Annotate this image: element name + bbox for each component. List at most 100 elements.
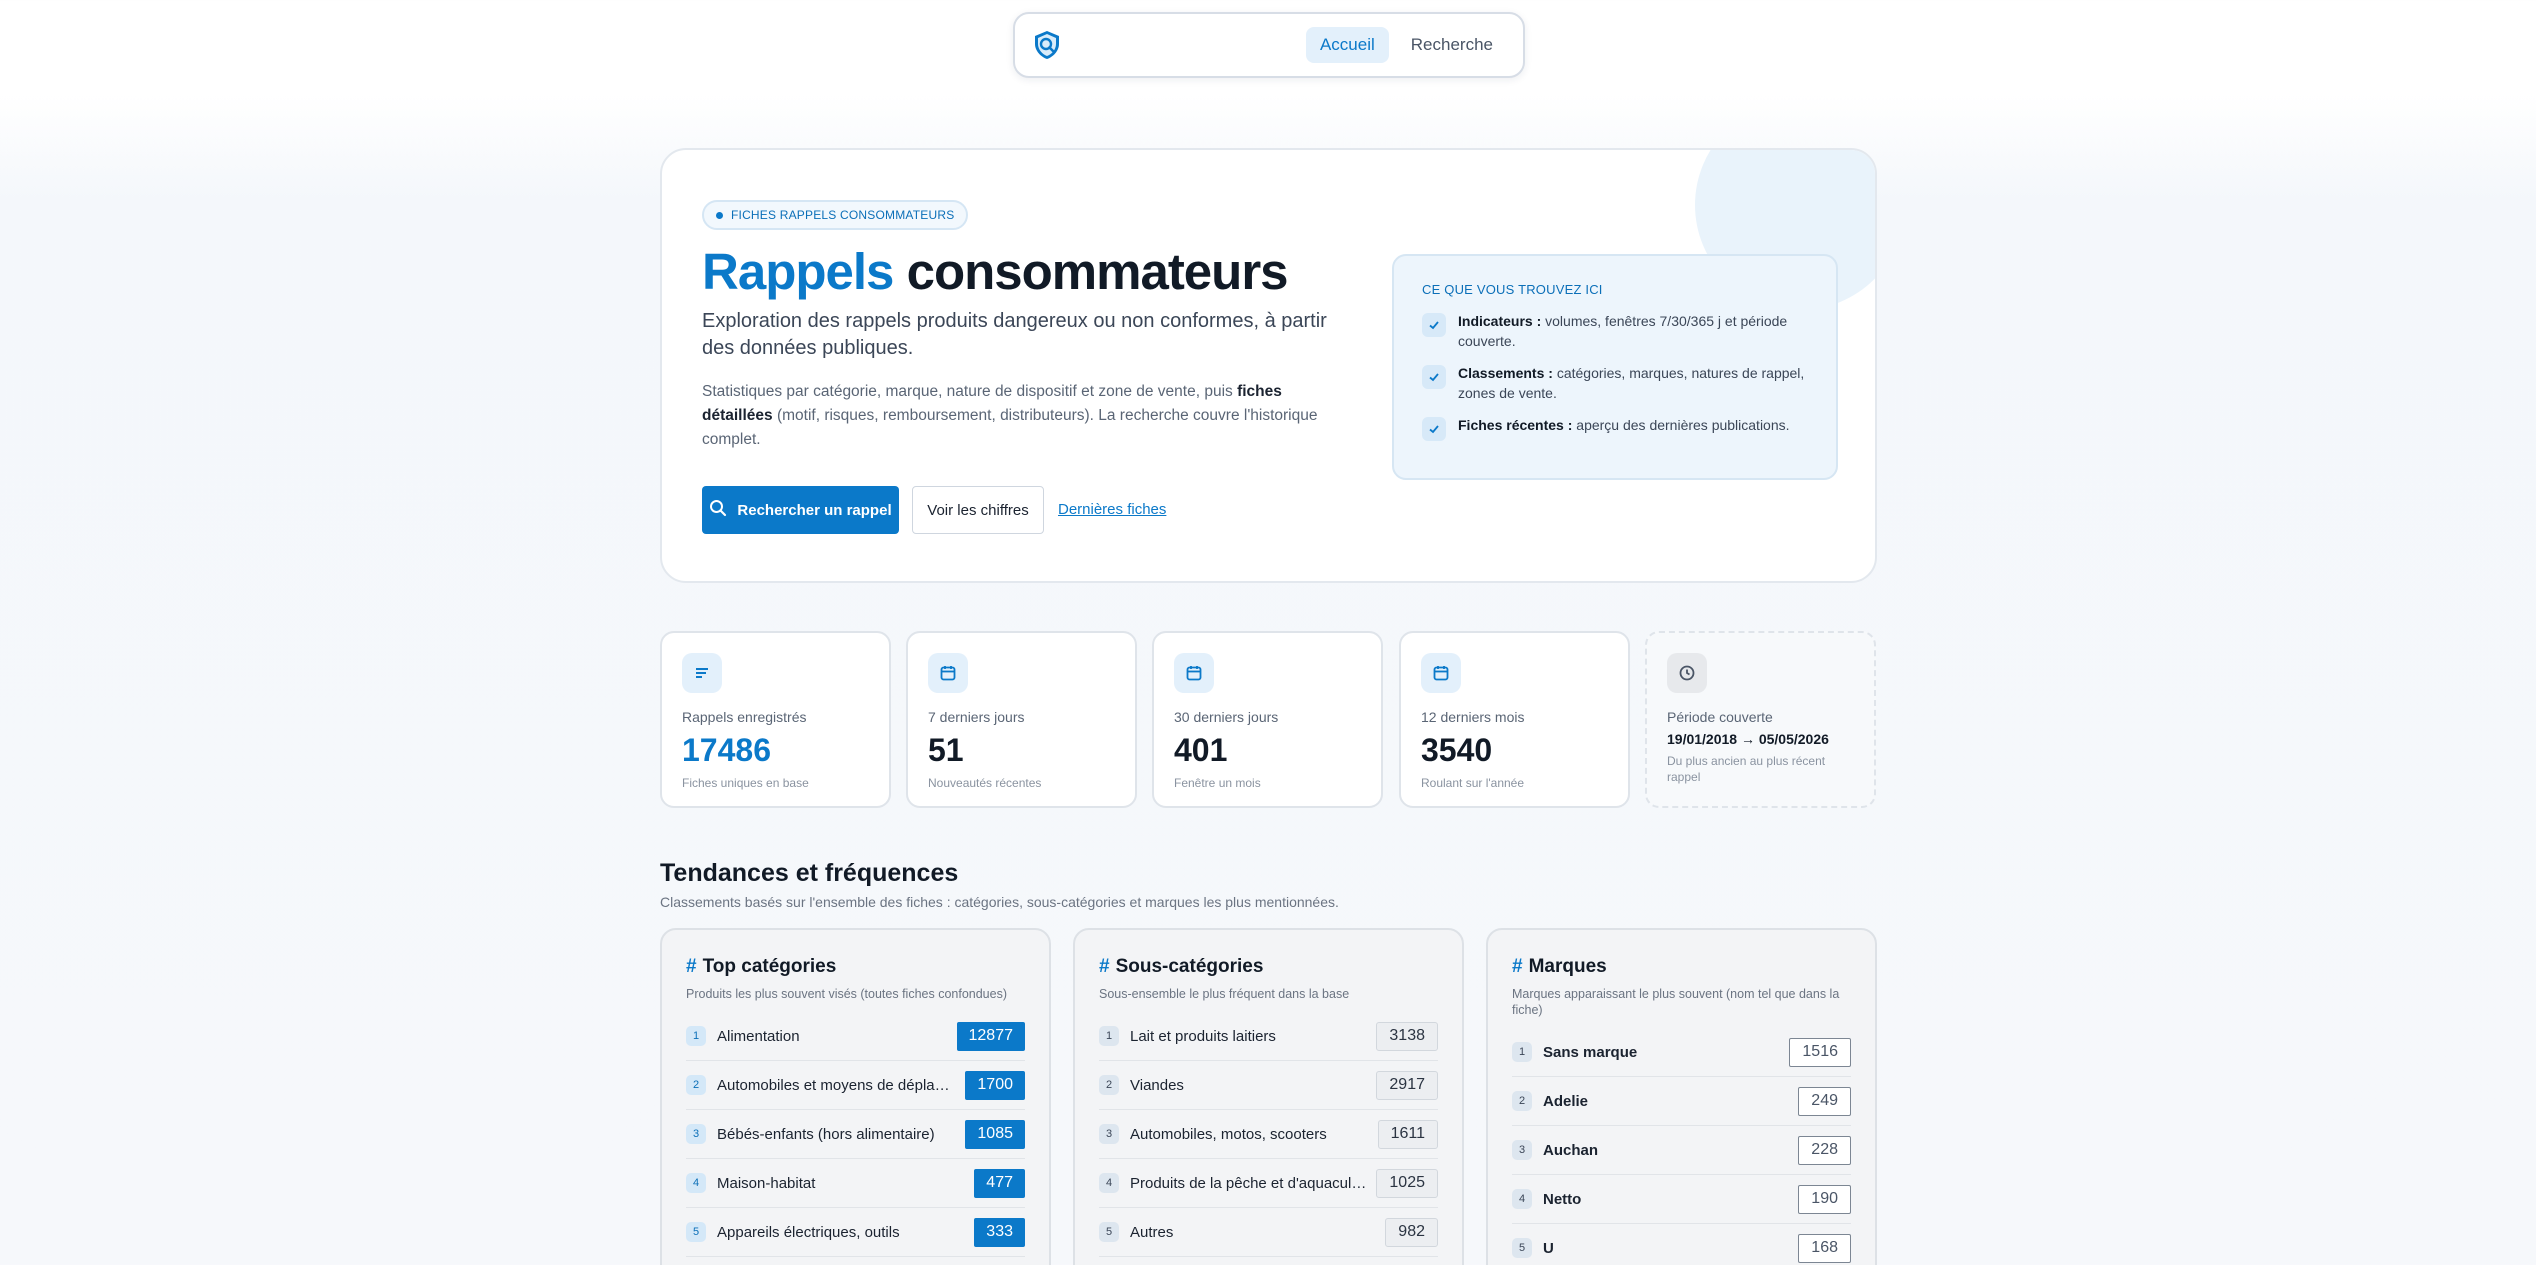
count-badge: 3138 xyxy=(1376,1021,1438,1051)
hero-lead: Exploration des rappels produits dangere… xyxy=(702,310,1327,359)
info-panel-title: CE QUE VOUS TROUVEZ ICI xyxy=(1422,282,1603,297)
count-badge: 982 xyxy=(1385,1217,1438,1247)
count-badge: 228 xyxy=(1798,1135,1851,1165)
stat-sub: Fiches uniques en base xyxy=(682,776,809,790)
title-rest: consommateurs xyxy=(906,243,1289,300)
stat-sub: Roulant sur l'année xyxy=(1421,776,1525,790)
count-badge: 1085 xyxy=(965,1119,1025,1149)
stat-label: 12 derniers mois xyxy=(1421,709,1525,725)
row-label: Sans marque xyxy=(1543,1043,1638,1061)
list-item[interactable]: 5 Autres 982 xyxy=(1099,1208,1438,1257)
section-title: Tendances et fréquences xyxy=(660,859,959,887)
list-item[interactable]: 3 Auchan 228 xyxy=(1512,1126,1851,1175)
stat-value: 17486 xyxy=(682,732,771,768)
stat-label: Rappels enregistrés xyxy=(682,709,807,725)
shield-search-icon[interactable] xyxy=(1031,29,1063,61)
card-subtitle: Produits les plus souvent visés (toutes … xyxy=(686,987,1008,1001)
count-badge: 1025 xyxy=(1376,1168,1438,1198)
list-item[interactable]: 1 Alimentation 12877 xyxy=(686,1012,1025,1061)
hash-icon: # xyxy=(686,956,697,977)
list-item[interactable]: 2 Viandes 2917 xyxy=(1099,1061,1438,1110)
count-badge: 477 xyxy=(974,1168,1025,1198)
view-numbers-button[interactable]: Voir les chiffres xyxy=(912,486,1044,534)
list-item[interactable]: 3 Automobiles, motos, scooters 1611 xyxy=(1099,1110,1438,1159)
stat-card-12-months: 12 derniers mois 3540 Roulant sur l'anné… xyxy=(1399,631,1630,808)
card-title-text: Sous-catégories xyxy=(1115,956,1264,977)
list-item[interactable]: 1 Sans marque 1516 xyxy=(1512,1028,1851,1077)
nav-link-accueil[interactable]: Accueil xyxy=(1305,27,1389,63)
count-badge: 1700 xyxy=(965,1070,1025,1100)
info-item-text: Fiches récentes : aperçu des dernières p… xyxy=(1458,415,1790,441)
row-label: Viandes xyxy=(1130,1076,1184,1094)
calendar-icon xyxy=(928,653,968,693)
rank-badge: 3 xyxy=(686,1124,706,1144)
info-item-classements: Classements : catégories, marques, natur… xyxy=(1422,363,1808,403)
info-item-bold: Fiches récentes : xyxy=(1458,417,1573,433)
rank-badge: 4 xyxy=(1099,1173,1119,1193)
card-sub-categories: # Sous-catégories Sous-ensemble le plus f… xyxy=(1073,928,1464,1265)
card-brands: # Marques Marques apparaissant le plus so… xyxy=(1486,928,1877,1265)
stat-sub: Fenêtre un mois xyxy=(1174,776,1261,790)
row-label: Adelie xyxy=(1543,1092,1589,1110)
card-title: # Top catégories xyxy=(686,956,1025,978)
card-title: # Marques xyxy=(1512,956,1851,978)
count-badge: 1611 xyxy=(1377,1119,1438,1149)
rank-badge: 5 xyxy=(1099,1222,1119,1242)
list-item[interactable]: 3 Bébés-enfants (hors alimentaire) 1085 xyxy=(686,1110,1025,1159)
info-item-text: Indicateurs : volumes, fenêtres 7/30/365… xyxy=(1458,311,1808,351)
rank-badge: 1 xyxy=(686,1026,706,1046)
stat-label: 30 derniers jours xyxy=(1174,709,1279,725)
section-pill: FICHES RAPPELS CONSOMMATEURS xyxy=(702,200,969,230)
count-badge: 333 xyxy=(974,1217,1025,1247)
rank-badge: 2 xyxy=(686,1075,706,1095)
info-item-bold: Classements : xyxy=(1458,365,1553,381)
list-item[interactable]: 2 Adelie 249 xyxy=(1512,1077,1851,1126)
rank-badge: 5 xyxy=(686,1222,706,1242)
list-item[interactable]: 2 Automobiles et moyens de déplacement 170… xyxy=(686,1061,1025,1110)
rank-badge: 2 xyxy=(1512,1091,1532,1111)
rank-badge: 2 xyxy=(1099,1075,1119,1095)
row-label: Bébés-enfants (hors alimentaire) xyxy=(717,1125,935,1143)
list-item[interactable]: 1 Lait et produits laitiers 3138 xyxy=(1099,1012,1438,1061)
check-icon xyxy=(1422,313,1446,337)
list-item[interactable]: 4 Netto 190 xyxy=(1512,1175,1851,1224)
row-label: Automobiles, motos, scooters xyxy=(1130,1125,1327,1143)
rank-badge: 4 xyxy=(686,1173,706,1193)
count-badge: 249 xyxy=(1798,1086,1851,1116)
list-item[interactable]: 4 Produits de la pêche et d'aquaculture 10… xyxy=(1099,1159,1438,1208)
stat-value: 401 xyxy=(1174,732,1228,768)
hero-section: FICHES RAPPELS CONSOMMATEURS Rappels con… xyxy=(660,148,1877,583)
count-badge: 2917 xyxy=(1376,1070,1438,1100)
rank-badge: 1 xyxy=(1512,1042,1532,1062)
stat-value: 3540 xyxy=(1421,732,1493,768)
info-item-body: aperçu des dernières publications. xyxy=(1572,417,1790,433)
calendar-icon xyxy=(1421,653,1461,693)
info-panel: CE QUE VOUS TROUVEZ ICI Indicateurs : vo… xyxy=(1392,254,1838,480)
count-badge: 12877 xyxy=(956,1021,1025,1051)
stat-label: 7 derniers jours xyxy=(928,709,1025,725)
dot-icon xyxy=(716,211,723,219)
stat-sub: Nouveautés récentes xyxy=(928,776,1042,790)
row-label: Alimentation xyxy=(717,1027,800,1045)
latest-records-link[interactable]: Dernières fiches xyxy=(1058,501,1166,518)
count-badge: 168 xyxy=(1798,1233,1851,1263)
list-item[interactable]: 4 Maison-habitat 477 xyxy=(686,1159,1025,1208)
desc-before: Statistiques par catégorie, marque, natu… xyxy=(702,383,1238,400)
count-badge: 190 xyxy=(1798,1184,1851,1214)
info-item-text: Classements : catégories, marques, natur… xyxy=(1458,363,1808,403)
card-title-text: Top catégories xyxy=(702,956,837,977)
row-label: Lait et produits laitiers xyxy=(1130,1027,1276,1045)
list-item[interactable]: 5 Appareils électriques, outils 333 xyxy=(686,1208,1025,1257)
search-recall-button[interactable]: Rechercher un rappel xyxy=(702,486,899,534)
info-item-fiches-recentes: Fiches récentes : aperçu des dernières p… xyxy=(1422,415,1808,441)
nav-link-recherche[interactable]: Recherche xyxy=(1397,27,1507,63)
card-top-categories: # Top catégories Produits les plus souven… xyxy=(660,928,1051,1265)
stat-sub: Du plus ancien au plus récent rappel xyxy=(1667,754,1826,784)
list-item[interactable]: 5 U 168 xyxy=(1512,1224,1851,1265)
card-subtitle: Marques apparaissant le plus souvent (no… xyxy=(1512,987,1840,1017)
stat-range: 19/01/2018 → 05/05/2026 xyxy=(1667,731,1829,747)
stat-value: 51 xyxy=(928,732,964,768)
stat-label: Période couverte xyxy=(1667,709,1773,725)
stat-card-30-days: 30 derniers jours 401 Fenêtre un mois xyxy=(1152,631,1383,808)
stat-card-total: Rappels enregistrés 17486 Fiches uniques… xyxy=(660,631,891,808)
